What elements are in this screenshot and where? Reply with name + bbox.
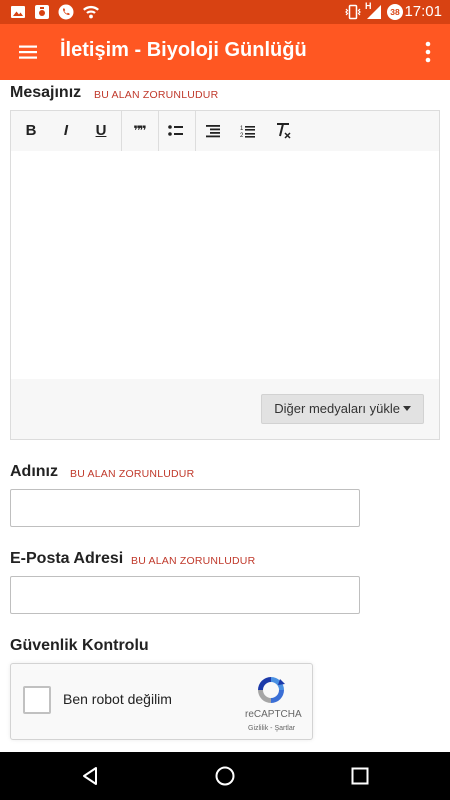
bulleted-list-icon[interactable]	[164, 119, 188, 143]
menu-icon[interactable]	[16, 40, 40, 64]
toolbar-separator	[121, 111, 122, 151]
signal-icon	[367, 5, 381, 19]
name-input[interactable]	[10, 489, 360, 527]
email-required-note: BU ALAN ZORUNLUDUR	[131, 555, 256, 567]
italic-icon[interactable]: I	[54, 119, 78, 143]
more-options-icon[interactable]	[416, 38, 440, 66]
indent-icon[interactable]	[201, 119, 225, 143]
clear-format-icon[interactable]	[272, 119, 296, 143]
caret-down-icon	[403, 406, 411, 411]
svg-text:1: 1	[240, 126, 244, 132]
battery-level: 38	[390, 7, 400, 17]
back-icon[interactable]	[79, 764, 103, 788]
message-required-note: BU ALAN ZORUNLUDUR	[94, 89, 219, 101]
recents-icon[interactable]	[348, 764, 372, 788]
upload-media-button[interactable]: Diğer medyaları yükle	[261, 394, 424, 424]
recaptcha-logo-icon	[258, 677, 285, 703]
editor-toolbar: B I U ❞❞ 12	[11, 111, 439, 151]
status-bar: H 38 17:01	[0, 0, 450, 24]
message-label: Mesajınız	[10, 84, 82, 101]
bold-icon[interactable]: B	[19, 119, 43, 143]
name-required-note: BU ALAN ZORUNLUDUR	[70, 468, 195, 480]
contact-form: Mesajınız BU ALAN ZORUNLUDUR B I U ❞❞ 12…	[0, 80, 450, 752]
toolbar-separator	[195, 111, 196, 151]
upload-media-label: Diğer medyaları yükle	[274, 401, 400, 416]
name-label: Adınız	[10, 463, 58, 480]
recaptcha-brand: reCAPTCHA	[245, 709, 302, 720]
toolbar-separator	[158, 111, 159, 151]
navigation-bar	[0, 752, 450, 800]
recaptcha-widget: Ben robot değilim reCAPTCHA Gizlilik - Ş…	[10, 663, 313, 740]
phone-icon	[58, 4, 74, 20]
page-title: İletişim - Biyoloji Günlüğü	[60, 39, 307, 61]
battery-icon: 38	[387, 4, 403, 20]
recaptcha-checkbox-label: Ben robot değilim	[63, 691, 172, 707]
image-icon	[11, 6, 25, 18]
notification-icon	[35, 5, 49, 19]
svg-text:2: 2	[240, 133, 244, 139]
recaptcha-privacy-terms-link[interactable]: Gizlilik - Şartlar	[248, 725, 295, 732]
message-textarea[interactable]	[11, 151, 439, 379]
home-icon[interactable]	[213, 764, 237, 788]
recaptcha-checkbox[interactable]	[23, 686, 51, 714]
quote-icon[interactable]: ❞❞	[127, 119, 151, 143]
status-time: 17:01	[404, 3, 442, 20]
email-input[interactable]	[10, 576, 360, 614]
numbered-list-icon[interactable]: 12	[236, 119, 260, 143]
message-editor: B I U ❞❞ 12 Diğer medyaları yükle	[10, 110, 440, 440]
security-check-label: Güvenlik Kontrolu	[10, 637, 149, 654]
vibrate-icon	[345, 4, 361, 20]
underline-icon[interactable]: U	[89, 119, 113, 143]
app-bar: İletişim - Biyoloji Günlüğü	[0, 24, 450, 80]
email-label: E-Posta Adresi	[10, 550, 124, 567]
wifi-icon	[83, 5, 99, 19]
